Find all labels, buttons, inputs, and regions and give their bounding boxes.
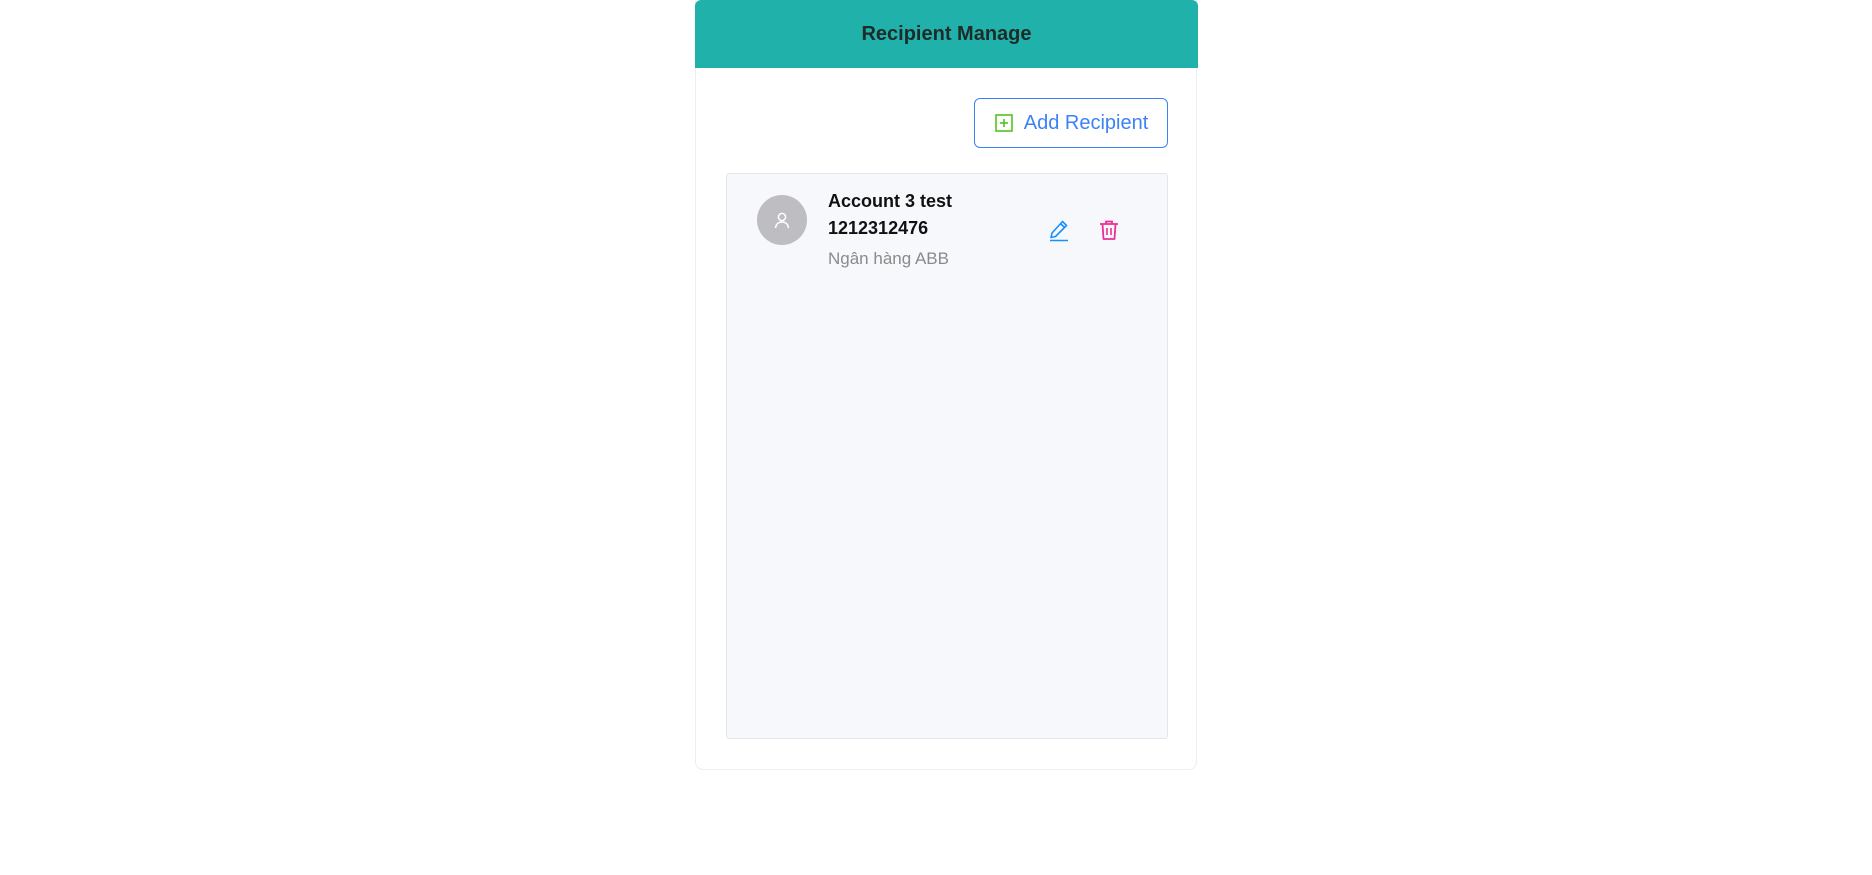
recipient-list: Account 3 test 1212312476 Ngân hàng ABB: [726, 173, 1168, 739]
list-item: Account 3 test 1212312476 Ngân hàng ABB: [727, 174, 1167, 284]
recipient-bank: Ngân hàng ABB: [828, 249, 949, 268]
recipient-name: Account 3 test: [828, 191, 953, 211]
plus-square-icon: [994, 114, 1013, 132]
avatar: [757, 195, 807, 245]
trash-icon: [1100, 220, 1118, 240]
delete-recipient-button[interactable]: [1095, 216, 1123, 244]
page-title: Recipient Manage: [861, 22, 1032, 45]
pencil-icon: [1050, 220, 1068, 242]
edit-recipient-button[interactable]: [1045, 216, 1073, 244]
add-recipient-label: Add Recipient: [1023, 111, 1149, 134]
recipient-info: Account 3 test 1212312476 Ngân hàng ABB: [828, 188, 952, 270]
add-recipient-button[interactable]: Add Recipient: [974, 98, 1168, 148]
panel-header: Recipient Manage: [695, 0, 1198, 68]
recipient-manage-panel: Recipient Manage Add Recipient Account 3…: [695, 0, 1198, 770]
user-icon: [774, 212, 790, 229]
recipient-account-number: 1212312476: [828, 218, 929, 238]
